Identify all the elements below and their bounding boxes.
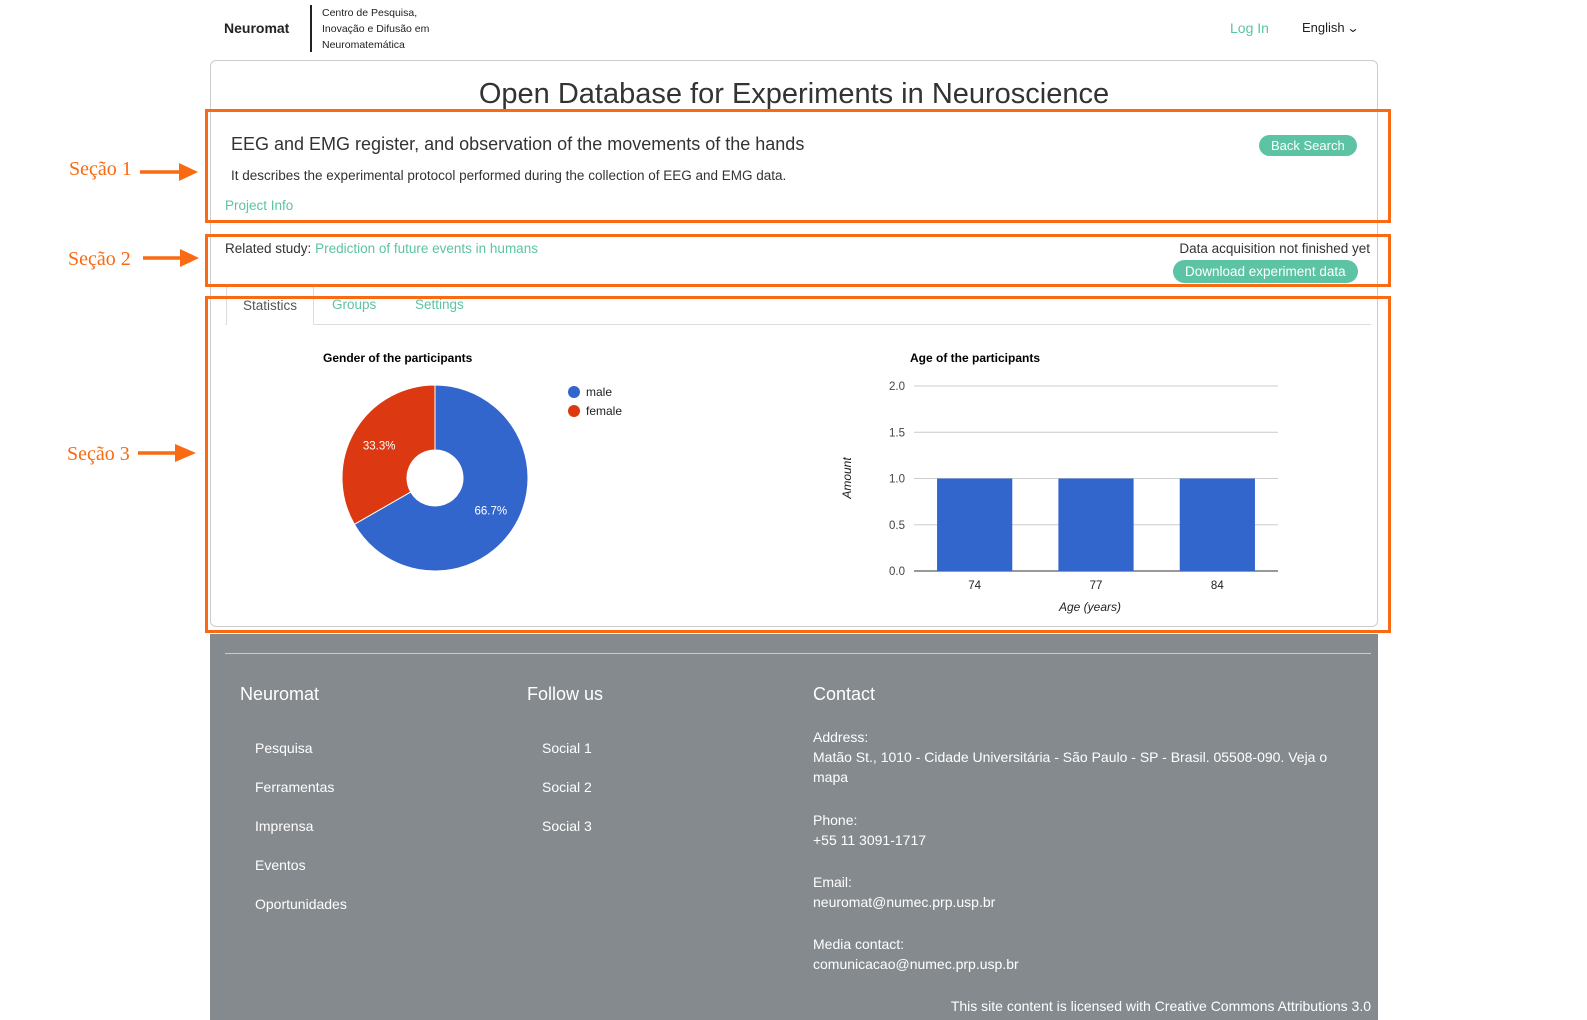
arrow-icon — [175, 444, 196, 462]
footer-link-oportunidades[interactable]: Oportunidades — [255, 896, 347, 912]
contact-email: Email: neuromat@numec.prp.usp.br — [813, 872, 995, 912]
footer-link-ferramentas[interactable]: Ferramentas — [255, 779, 334, 795]
chevron-down-icon: ⌄ — [1346, 21, 1360, 35]
footer-heading-contact: Contact — [813, 684, 876, 704]
contact-email-value[interactable]: neuromat@numec.prp.usp.br — [813, 892, 995, 912]
annotation-box-section-3 — [205, 296, 1391, 633]
footer-link-pesquisa[interactable]: Pesquisa — [255, 740, 313, 756]
footer-link-social-2[interactable]: Social 2 — [542, 779, 592, 795]
annotation-label-section-1: Seção 1 — [69, 158, 132, 180]
page-title: Open Database for Experiments in Neurosc… — [478, 78, 1110, 110]
brand-subtitle: Centro de Pesquisa, Inovação e Difusão e… — [322, 7, 430, 51]
contact-phone-value: +55 11 3091-1717 — [813, 832, 927, 848]
brand-logo[interactable]: Neuromat — [224, 20, 289, 36]
annotation-label-section-2: Seção 2 — [68, 248, 131, 270]
arrow-icon — [180, 249, 199, 267]
language-label: English — [1302, 20, 1345, 35]
contact-address-label: Address: — [813, 729, 869, 745]
login-link[interactable]: Log In — [1230, 20, 1269, 36]
footer-divider — [225, 653, 1371, 654]
contact-address: Address: Matão St., 1010 - Cidade Univer… — [813, 727, 1353, 787]
contact-media-label: Media contact: — [813, 936, 905, 952]
contact-email-label: Email: — [813, 874, 852, 890]
footer-link-eventos[interactable]: Eventos — [255, 857, 306, 873]
contact-phone-label: Phone: — [813, 812, 858, 828]
contact-address-value: Matão St., 1010 - Cidade Universitária -… — [813, 749, 1328, 785]
footer — [210, 634, 1378, 1020]
footer-link-social-1[interactable]: Social 1 — [542, 740, 592, 756]
arrow-icon — [179, 163, 198, 181]
contact-media: Media contact: comunicacao@numec.prp.usp… — [813, 934, 1019, 974]
annotation-box-section-2 — [205, 234, 1391, 287]
footer-link-imprensa[interactable]: Imprensa — [255, 818, 313, 834]
contact-phone: Phone: +55 11 3091-1717 — [813, 810, 926, 850]
brand-divider — [310, 5, 312, 52]
footer-heading-neuromat: Neuromat — [240, 684, 320, 704]
footer-heading-follow: Follow us — [527, 684, 604, 704]
license-text: This site content is licensed with Creat… — [950, 998, 1371, 1014]
annotation-label-section-3: Seção 3 — [67, 443, 130, 465]
footer-link-social-3[interactable]: Social 3 — [542, 818, 592, 834]
contact-media-value[interactable]: comunicacao@numec.prp.usp.br — [813, 954, 1019, 974]
annotation-box-section-1 — [205, 109, 1391, 223]
language-dropdown[interactable]: English⌄ — [1302, 20, 1360, 35]
